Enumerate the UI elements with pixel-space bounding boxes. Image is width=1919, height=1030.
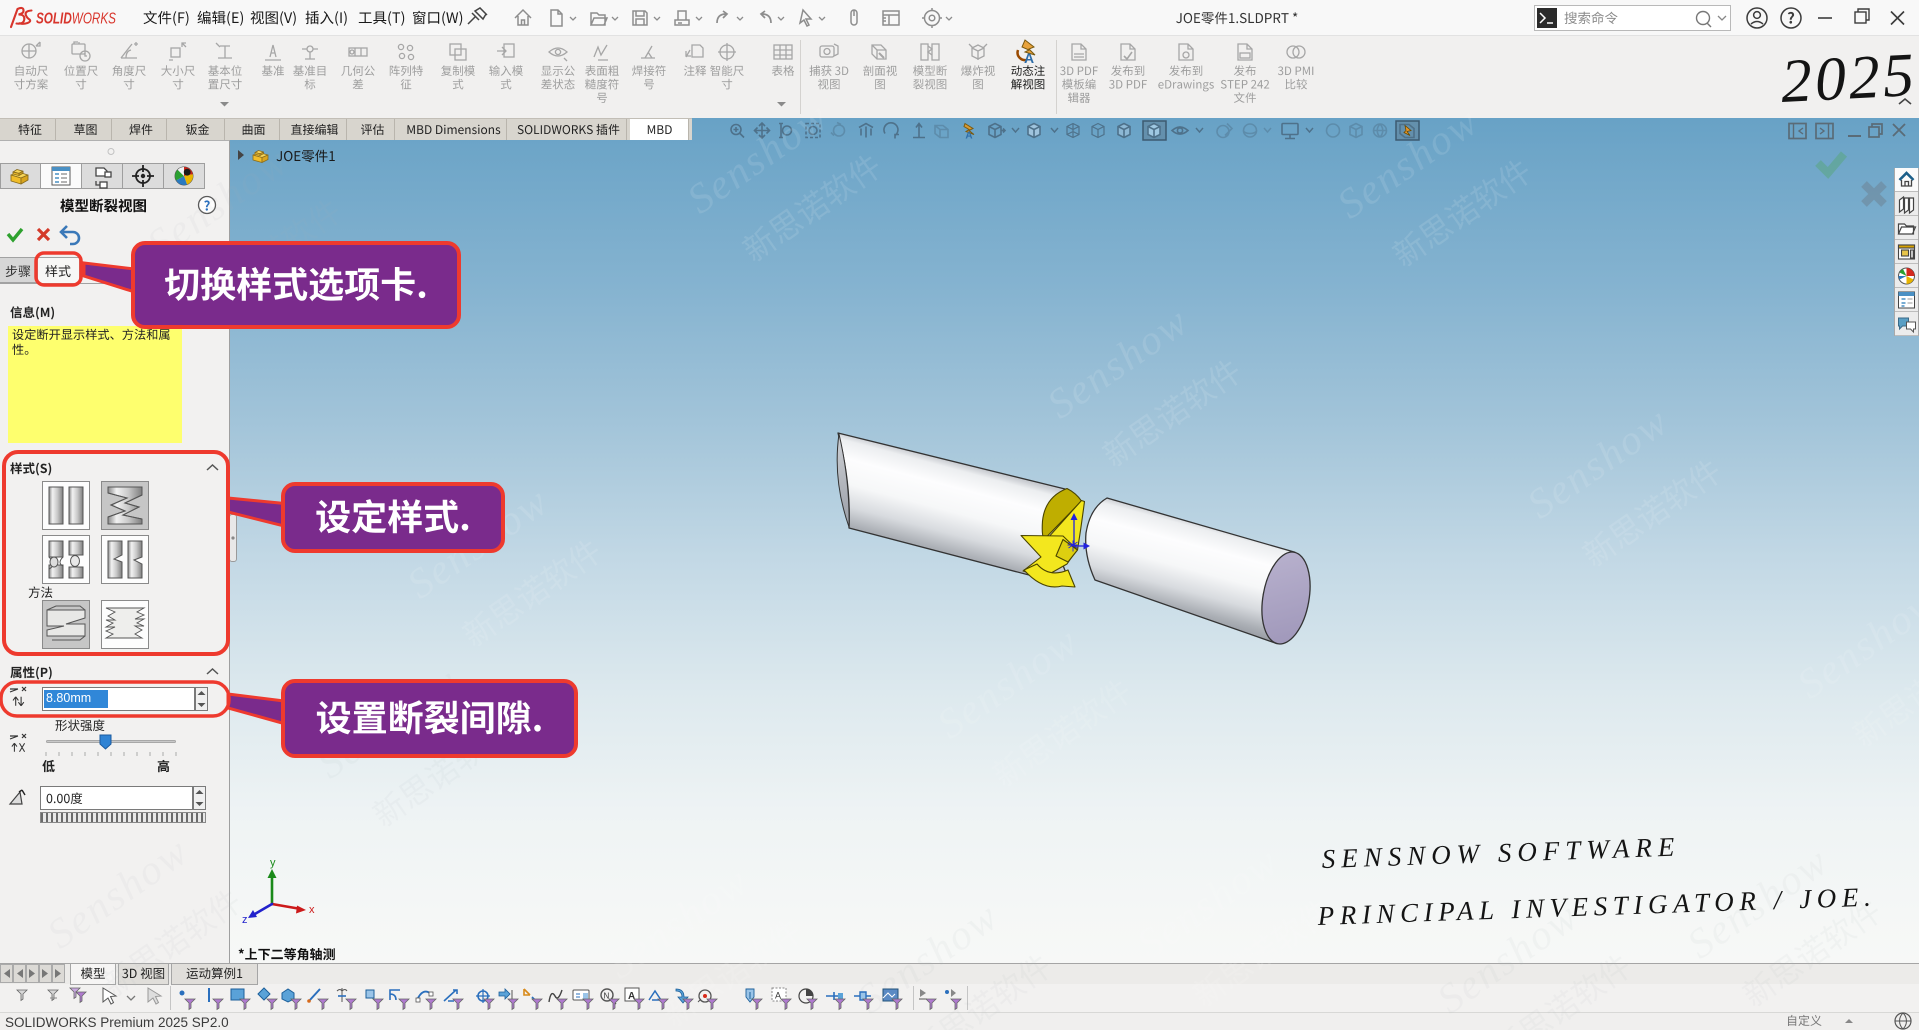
svg-text:2025: 2025 [1779,41,1918,116]
svg-text:A: A [965,131,972,142]
svg-text:A: A [628,991,635,1002]
svg-text:A: A [1024,50,1034,66]
svg-text:PRINCIPAL INVESTIGATOR / JOE.: PRINCIPAL INVESTIGATOR / JOE. [1316,882,1877,932]
svg-text:SENSNOW SOFTWARE: SENSNOW SOFTWARE [1321,831,1681,874]
svg-text:y: y [270,857,276,869]
svg-text:z: z [242,914,248,926]
svg-text:A: A [775,991,781,1001]
svg-text:x: x [309,904,315,916]
